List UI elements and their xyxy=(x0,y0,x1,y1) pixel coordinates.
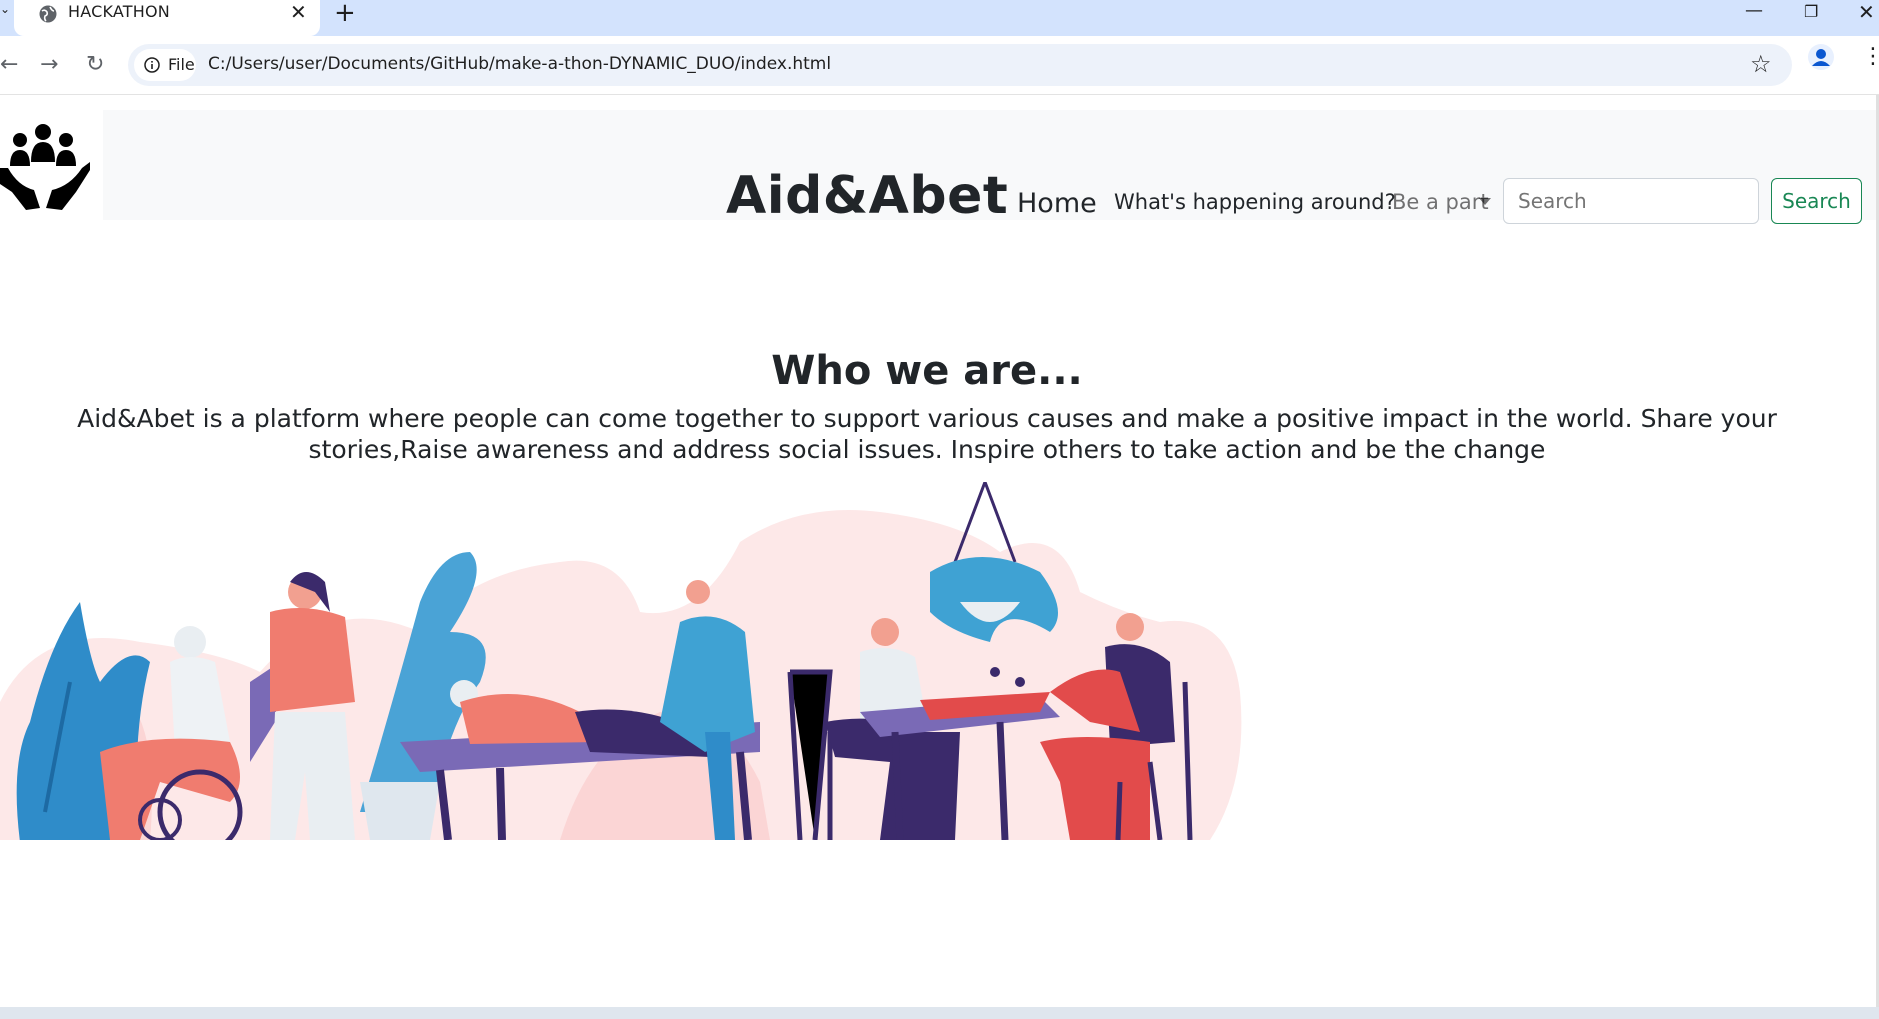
plus-icon[interactable]: + xyxy=(334,0,356,28)
chevron-down-icon[interactable] xyxy=(1479,198,1491,205)
tab-list-icon[interactable]: ⌄ xyxy=(0,2,12,26)
web-page: Aid&Abet Home What's happening around? B… xyxy=(0,95,1879,1007)
search-input[interactable] xyxy=(1503,178,1759,224)
tab-title: HACKATHON xyxy=(68,2,170,21)
person-icon xyxy=(1812,49,1830,66)
site-info-chip[interactable]: File xyxy=(134,49,196,81)
brand[interactable]: Aid&Abet xyxy=(726,166,1008,226)
restore-icon[interactable]: ❐ xyxy=(1804,2,1818,21)
hands-people-icon xyxy=(0,124,90,210)
close-window-icon[interactable]: ✕ xyxy=(1858,0,1875,24)
taskbar xyxy=(0,1007,1879,1019)
chip-label: File xyxy=(168,55,195,74)
page-description: Aid&Abet is a platform where people can … xyxy=(77,404,1777,464)
menu-icon[interactable]: ⋮ xyxy=(1862,44,1879,69)
globe-icon xyxy=(39,5,57,23)
back-icon[interactable]: ← xyxy=(0,52,18,77)
forward-icon[interactable]: → xyxy=(40,52,58,77)
search-button[interactable]: Search xyxy=(1771,178,1862,224)
nav-home[interactable]: Home xyxy=(1017,188,1097,219)
url-text[interactable]: C:/Users/user/Documents/GitHub/make-a-th… xyxy=(208,54,831,74)
info-icon xyxy=(144,57,160,73)
nav-be-a-part-dropdown[interactable]: Be a part xyxy=(1392,190,1489,214)
minimize-icon[interactable]: — xyxy=(1745,0,1763,21)
navbar: Aid&Abet Home What's happening around? B… xyxy=(0,110,1879,226)
profile-icon[interactable] xyxy=(1808,44,1834,70)
browser-tab[interactable]: HACKATHON ✕ xyxy=(14,0,320,36)
browser-tab-strip: ⌄ HACKATHON ✕ + — ❐ ✕ xyxy=(0,0,1879,36)
close-icon[interactable]: ✕ xyxy=(290,0,307,24)
reload-icon[interactable]: ↻ xyxy=(86,52,104,77)
address-bar[interactable]: File C:/Users/user/Documents/GitHub/make… xyxy=(128,44,1792,86)
browser-toolbar: ← → ↻ File C:/Users/user/Documents/GitHu… xyxy=(0,36,1879,95)
nav-whats-happening[interactable]: What's happening around? xyxy=(1114,190,1396,214)
page-heading: Who we are... xyxy=(771,348,1083,394)
care-illustration xyxy=(0,482,1242,840)
star-icon[interactable]: ☆ xyxy=(1750,50,1772,78)
logo xyxy=(0,110,103,222)
